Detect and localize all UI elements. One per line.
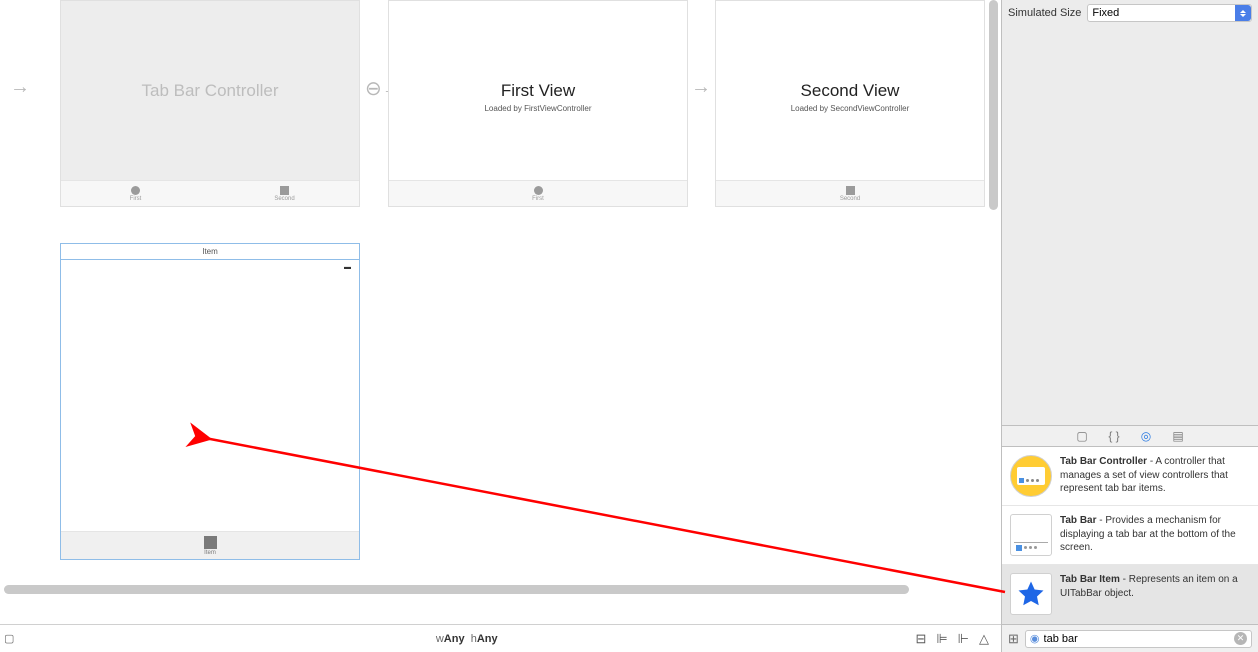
circle-icon xyxy=(131,186,140,195)
library-item-name: Tab Bar Controller xyxy=(1060,456,1147,467)
scene-tab-bar: First Second xyxy=(61,180,359,206)
tab-item-second[interactable]: Second xyxy=(210,181,359,206)
library-search-input[interactable] xyxy=(1044,633,1230,645)
media-library-icon[interactable]: ▤ xyxy=(1171,429,1185,443)
segue-arrow-entry: → xyxy=(10,76,30,99)
scene-subtitle: Loaded by FirstViewController xyxy=(389,104,687,113)
library-view-mode-icon[interactable]: ⊞ xyxy=(1008,631,1019,647)
simulated-size-dropdown[interactable]: Fixed xyxy=(1087,4,1252,22)
pin-icon[interactable]: ⊩ xyxy=(958,631,969,647)
document-outline-toggle-icon[interactable]: ▢ xyxy=(4,632,18,645)
library-tab-bar: ▢ { } ◎ ▤ xyxy=(1002,425,1258,447)
tab-label: Second xyxy=(274,196,294,202)
library-item-text: Tab Bar Item - Represents an item on a U… xyxy=(1060,573,1250,615)
size-class-h-value: Any xyxy=(477,633,498,645)
library-item-tab-bar-controller[interactable]: Tab Bar Controller - A controller that m… xyxy=(1002,447,1258,506)
tab-label: First xyxy=(130,196,142,202)
storyboard-canvas[interactable]: → ⊖→ → Tab Bar Controller First Second F… xyxy=(0,0,1001,624)
size-class-w-prefix: w xyxy=(436,633,444,645)
scene-item[interactable]: Item ▬ Item xyxy=(60,243,360,560)
size-class-w-value: Any xyxy=(444,633,465,645)
scene-header[interactable]: Item xyxy=(61,244,359,260)
tab-item-second[interactable]: Second xyxy=(716,181,984,206)
canvas-vertical-scrollbar[interactable] xyxy=(989,0,998,210)
square-icon xyxy=(204,536,217,549)
scene-tab-bar-controller[interactable]: Tab Bar Controller First Second xyxy=(60,0,360,207)
dropdown-arrows-icon xyxy=(1235,5,1251,21)
simulated-size-value: Fixed xyxy=(1092,7,1119,19)
inspector-panel: Simulated Size Fixed ▢ { } ◎ ▤ Tab Bar C… xyxy=(1001,0,1258,652)
library-item-tab-bar[interactable]: Tab Bar - Provides a mechanism for displ… xyxy=(1002,506,1258,565)
library-search-bar: ⊞ ◉ ✕ xyxy=(1002,624,1258,652)
scene-tab-bar: Second xyxy=(716,180,984,206)
inspector-body xyxy=(1002,26,1258,425)
canvas-horizontal-scrollbar[interactable] xyxy=(4,585,909,594)
stack-icon[interactable]: ⊟ xyxy=(915,631,926,647)
tab-label: First xyxy=(532,196,544,202)
resolve-issues-icon[interactable]: △ xyxy=(979,631,989,647)
tab-item-first[interactable]: First xyxy=(389,181,687,206)
scene-tab-bar: Item xyxy=(61,531,359,559)
library-item-name: Tab Bar xyxy=(1060,515,1097,526)
tab-bar-icon xyxy=(1010,514,1052,556)
clear-search-icon[interactable]: ✕ xyxy=(1234,632,1247,645)
scene-second-view[interactable]: Second View Loaded by SecondViewControll… xyxy=(715,0,985,207)
tab-item[interactable]: Item xyxy=(61,532,359,559)
object-library-icon[interactable]: ◎ xyxy=(1139,429,1153,443)
battery-icon: ▬ xyxy=(344,264,351,271)
scene-title: Second View xyxy=(716,1,984,101)
segue-arrow-to-second: → xyxy=(691,76,711,99)
align-icon[interactable]: ⊫ xyxy=(936,631,947,647)
layout-constraint-buttons: ⊟ ⊫ ⊩ △ xyxy=(915,631,1001,647)
scene-title: Tab Bar Controller xyxy=(61,1,359,101)
object-library-list[interactable]: Tab Bar Controller - A controller that m… xyxy=(1002,447,1258,624)
scene-tab-bar: First xyxy=(389,180,687,206)
library-item-text: Tab Bar - Provides a mechanism for displ… xyxy=(1060,514,1250,556)
tab-label: Second xyxy=(840,196,860,202)
tab-bar-controller-icon xyxy=(1010,455,1052,497)
code-snippet-library-icon[interactable]: { } xyxy=(1107,429,1121,443)
tab-label: Item xyxy=(204,550,216,556)
scene-title: First View xyxy=(389,1,687,101)
library-search-field[interactable]: ◉ ✕ xyxy=(1025,630,1252,648)
file-template-library-icon[interactable]: ▢ xyxy=(1075,429,1089,443)
square-icon xyxy=(846,186,855,195)
simulated-size-row: Simulated Size Fixed xyxy=(1002,0,1258,26)
simulated-size-label: Simulated Size xyxy=(1008,7,1081,19)
size-class-control[interactable]: wAny hAny xyxy=(18,633,915,645)
scene-subtitle: Loaded by SecondViewController xyxy=(716,104,984,113)
library-item-text: Tab Bar Controller - A controller that m… xyxy=(1060,455,1250,497)
scene-body[interactable]: ▬ xyxy=(61,260,359,520)
circle-icon xyxy=(534,186,543,195)
library-item-tab-bar-item[interactable]: Tab Bar Item - Represents an item on a U… xyxy=(1002,565,1258,624)
tab-item-first[interactable]: First xyxy=(61,181,210,206)
library-item-name: Tab Bar Item xyxy=(1060,574,1120,585)
canvas-bottom-bar: ▢ wAny hAny ⊟ ⊫ ⊩ △ xyxy=(0,624,1001,652)
search-icon: ◉ xyxy=(1030,632,1040,645)
tab-bar-item-icon xyxy=(1010,573,1052,615)
scene-first-view[interactable]: First View Loaded by FirstViewController… xyxy=(388,0,688,207)
square-icon xyxy=(280,186,289,195)
